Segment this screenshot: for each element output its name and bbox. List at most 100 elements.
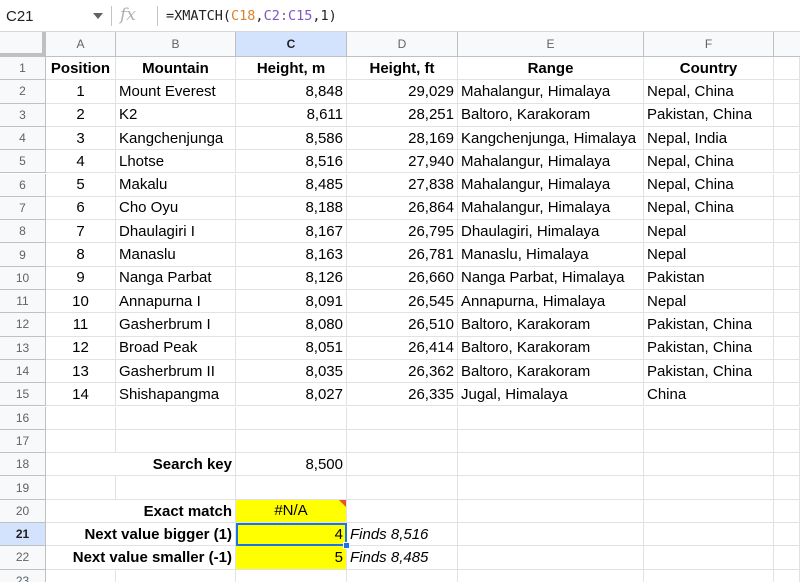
cell[interactable] [774,220,800,244]
row-header[interactable]: 13 [0,336,46,360]
formula-input[interactable]: =XMATCH(C18,C2:C15,1) [166,8,337,24]
table-cell[interactable]: 13 [46,359,116,384]
cell[interactable] [774,499,800,523]
cell[interactable] [774,57,800,81]
table-cell[interactable]: Mahalangur, Himalaya [458,173,644,197]
table-cell[interactable]: 8,516 [236,150,347,174]
table-cell[interactable]: 6 [46,196,116,221]
table-cell[interactable]: Dhaulagiri, Himalaya [458,220,644,244]
table-cell[interactable]: Broad Peak [116,336,236,360]
table-cell[interactable]: 8,586 [236,126,347,151]
cell[interactable] [774,569,800,582]
table-cell[interactable]: China [644,383,774,407]
table-cell[interactable]: Baltoro, Karakoram [458,359,644,384]
cell[interactable] [236,406,347,430]
cell[interactable] [774,546,800,570]
cell[interactable] [774,150,800,174]
cell[interactable] [347,453,458,477]
table-cell[interactable]: Shishapangma [116,383,236,407]
table-cell[interactable]: 8,080 [236,313,347,337]
table-cell[interactable]: Pakistan, China [644,336,774,360]
error-marker-icon[interactable] [339,499,346,507]
row-header[interactable]: 2 [0,80,46,104]
table-cell[interactable]: Makalu [116,173,236,197]
exact-match-result[interactable]: #N/A [236,499,347,523]
table-cell[interactable]: 26,335 [347,383,458,407]
select-all-corner[interactable] [0,32,46,57]
table-cell[interactable]: 28,169 [347,126,458,151]
table-cell[interactable]: 26,414 [347,336,458,360]
table-cell[interactable]: Nepal, China [644,80,774,104]
table-cell[interactable]: 8,035 [236,359,347,384]
cell[interactable] [774,383,800,407]
table-cell[interactable]: 26,864 [347,196,458,221]
cell[interactable] [774,266,800,290]
cell[interactable] [116,569,236,582]
table-cell[interactable]: 8,188 [236,196,347,221]
cell[interactable] [644,523,774,547]
row-header[interactable]: 19 [0,476,46,500]
table-cell[interactable]: Jugal, Himalaya [458,383,644,407]
column-header-d[interactable]: D [347,32,458,57]
header-cell[interactable]: Mountain [116,57,236,81]
cell[interactable] [644,476,774,500]
table-cell[interactable]: 26,795 [347,220,458,244]
cell[interactable] [774,523,800,547]
row-header[interactable]: 3 [0,103,46,127]
table-cell[interactable]: Nepal [644,220,774,244]
cell[interactable] [774,126,800,151]
table-cell[interactable]: Baltoro, Karakoram [458,336,644,360]
table-cell[interactable]: 8,163 [236,243,347,267]
header-cell[interactable]: Country [644,57,774,81]
row-header[interactable]: 20 [0,499,46,523]
cell[interactable] [774,243,800,267]
table-cell[interactable]: Nanga Parbat [116,266,236,290]
table-cell[interactable]: 27,940 [347,150,458,174]
cell[interactable] [458,476,644,500]
row-header[interactable]: 5 [0,150,46,174]
cell[interactable] [347,406,458,430]
table-cell[interactable]: 8,167 [236,220,347,244]
column-header-c[interactable]: C [236,32,347,57]
table-cell[interactable]: 8,126 [236,266,347,290]
table-cell[interactable]: Lhotse [116,150,236,174]
table-cell[interactable]: Gasherbrum II [116,359,236,384]
table-cell[interactable]: 2 [46,103,116,127]
table-cell[interactable]: 5 [46,173,116,197]
row-header[interactable]: 7 [0,196,46,221]
cell[interactable] [347,499,458,523]
cell[interactable] [774,80,800,104]
table-cell[interactable]: Cho Oyu [116,196,236,221]
row-header[interactable]: 16 [0,406,46,430]
cell[interactable] [644,406,774,430]
cell[interactable] [347,569,458,582]
table-cell[interactable]: 9 [46,266,116,290]
table-cell[interactable]: Mahalangur, Himalaya [458,196,644,221]
cell[interactable] [774,196,800,221]
cell[interactable] [116,429,236,454]
table-cell[interactable]: Nepal, China [644,150,774,174]
header-cell[interactable]: Height, ft [347,57,458,81]
row-header[interactable]: 18 [0,453,46,477]
table-cell[interactable]: Manaslu [116,243,236,267]
cell[interactable] [774,359,800,384]
cell[interactable] [774,313,800,337]
table-cell[interactable]: Pakistan, China [644,103,774,127]
column-header-g[interactable] [774,32,800,57]
table-cell[interactable]: 11 [46,313,116,337]
table-cell[interactable]: 27,838 [347,173,458,197]
table-cell[interactable]: K2 [116,103,236,127]
row-header[interactable]: 22 [0,546,46,570]
cell[interactable] [458,569,644,582]
cell[interactable] [236,569,347,582]
table-cell[interactable]: Nepal [644,243,774,267]
row-header[interactable]: 14 [0,359,46,384]
row-header[interactable]: 6 [0,173,46,197]
table-cell[interactable]: 8,848 [236,80,347,104]
table-cell[interactable]: 26,660 [347,266,458,290]
cell[interactable] [644,546,774,570]
row-header[interactable]: 11 [0,290,46,314]
table-cell[interactable]: 3 [46,126,116,151]
table-cell[interactable]: 8,611 [236,103,347,127]
table-cell[interactable]: Baltoro, Karakoram [458,103,644,127]
